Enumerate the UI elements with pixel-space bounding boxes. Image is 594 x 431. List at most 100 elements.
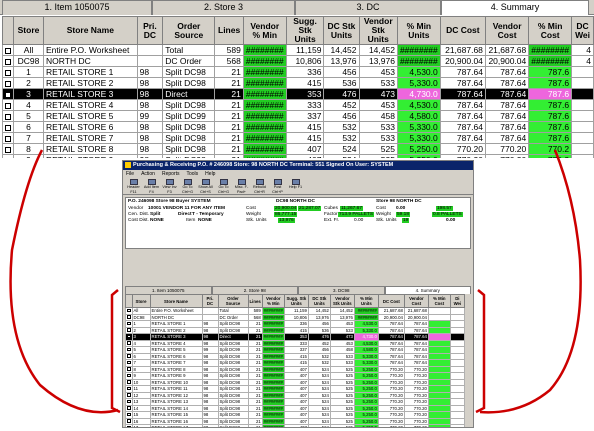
column-header[interactable]: DC Cost bbox=[439, 16, 486, 45]
menu-item-help[interactable]: Help bbox=[205, 170, 215, 178]
row-checkbox[interactable] bbox=[127, 386, 131, 390]
win-tab-item[interactable]: 1. Item 1050075 bbox=[125, 286, 212, 294]
column-header[interactable]: Store bbox=[12, 16, 45, 45]
column-header[interactable]: % Min Units bbox=[353, 294, 379, 308]
table-row[interactable]: 9RETAIL STORE 998Split DC9821########407… bbox=[2, 154, 594, 158]
row-checkbox[interactable] bbox=[127, 347, 131, 351]
row-checkbox[interactable] bbox=[127, 334, 131, 338]
checkbox-cell[interactable] bbox=[2, 88, 14, 100]
toolbar-button[interactable]: Header F11 bbox=[125, 178, 142, 194]
tab-dc[interactable]: 3. DC bbox=[295, 0, 441, 15]
win-tab-summary[interactable]: 4. Summary bbox=[384, 286, 471, 294]
column-header[interactable]: DC Stk Units bbox=[323, 16, 360, 45]
checkbox-cell[interactable] bbox=[2, 77, 14, 89]
column-header[interactable]: Order Source bbox=[162, 16, 216, 45]
column-header[interactable]: Vendor Cost bbox=[403, 294, 429, 308]
row-checkbox[interactable] bbox=[5, 58, 11, 65]
checkbox-cell[interactable] bbox=[2, 143, 14, 155]
row-checkbox[interactable] bbox=[127, 308, 131, 312]
row-checkbox[interactable] bbox=[127, 425, 131, 427]
toolbar-button[interactable]: Go To Ctrl+G bbox=[179, 178, 196, 194]
table-row[interactable]: DC98 NORTH DC DC Order 568 ######## 10,806 13,… bbox=[2, 55, 594, 67]
table-row[interactable]: 7 RETAIL STORE 7 98 Split DC98 21 ######## 415… bbox=[2, 132, 594, 144]
column-header[interactable]: Vendor % Min bbox=[242, 16, 287, 45]
toolbar-button[interactable]: View Inv F3 bbox=[161, 178, 178, 194]
column-header[interactable]: DC Cost bbox=[377, 294, 405, 308]
row-checkbox[interactable] bbox=[127, 406, 131, 410]
row-checkbox[interactable] bbox=[127, 354, 131, 358]
toolbar-button[interactable]: Help F1 bbox=[287, 178, 304, 194]
table-row[interactable]: 6 RETAIL STORE 6 98 Split DC98 21 ######## 415… bbox=[2, 121, 594, 133]
column-header[interactable]: Order Source bbox=[217, 294, 249, 308]
row-checkbox[interactable] bbox=[5, 146, 11, 153]
row-checkbox[interactable] bbox=[127, 321, 131, 325]
table-row[interactable]: 2 RETAIL STORE 2 98 Split DC98 21 ######## 415… bbox=[2, 77, 594, 89]
column-header[interactable]: Vendor Cost bbox=[484, 16, 530, 45]
row-checkbox[interactable] bbox=[127, 399, 131, 403]
column-header[interactable]: Vendor Stk Units bbox=[329, 294, 355, 308]
row-checkbox[interactable] bbox=[5, 91, 11, 98]
tab-item[interactable]: 1. Item 1050075 bbox=[2, 0, 152, 15]
column-header[interactable]: Store Name bbox=[43, 16, 138, 45]
row-checkbox[interactable] bbox=[5, 69, 11, 76]
checkbox-cell[interactable] bbox=[2, 55, 14, 67]
row-checkbox[interactable] bbox=[127, 393, 131, 397]
row-checkbox[interactable] bbox=[5, 135, 11, 142]
checkbox-cell[interactable] bbox=[2, 121, 14, 133]
toolbar-button[interactable]: Show All Ctrl+S bbox=[197, 178, 214, 194]
row-checkbox[interactable] bbox=[127, 341, 131, 345]
row-checkbox[interactable] bbox=[127, 328, 131, 332]
menu-item-tools[interactable]: Tools bbox=[186, 170, 198, 178]
toolbar-button[interactable]: Rebuild Ctrl+R bbox=[251, 178, 268, 194]
row-checkbox[interactable] bbox=[127, 315, 131, 319]
row-checkbox[interactable] bbox=[5, 124, 11, 131]
toolbar-button[interactable]: Misc. F-Pad+ bbox=[233, 178, 250, 194]
row-checkbox[interactable] bbox=[127, 367, 131, 371]
checkbox-cell[interactable] bbox=[2, 154, 14, 158]
checkbox-cell[interactable] bbox=[2, 110, 14, 122]
menu-item-reports[interactable]: Reports bbox=[162, 170, 180, 178]
column-header[interactable]: DC Wei bbox=[571, 16, 594, 45]
checkbox-cell[interactable] bbox=[2, 132, 14, 144]
row-checkbox[interactable] bbox=[5, 47, 11, 54]
table-row[interactable]: All Entire P.O. Worksheet Total 589 ########… bbox=[2, 44, 594, 56]
row-checkbox[interactable] bbox=[127, 412, 131, 416]
table-row[interactable]: All Entire P.O. Worksheet Total 589 ########… bbox=[125, 307, 465, 315]
table-row[interactable]: 3 RETAIL STORE 3 98 Direct 21 ######## 353 476 4… bbox=[2, 88, 594, 100]
column-header[interactable]: % Min Units bbox=[396, 16, 441, 45]
row-checkbox[interactable] bbox=[5, 102, 11, 109]
win-tab-store[interactable]: 2. Store 98 bbox=[211, 286, 298, 294]
tab-summary[interactable]: 4. Summary bbox=[441, 0, 589, 15]
checkbox-cell[interactable] bbox=[2, 99, 14, 111]
table-row[interactable]: 8 RETAIL STORE 8 98 Split DC98 21 ######## 407… bbox=[2, 143, 594, 155]
menu-item-action[interactable]: Action bbox=[141, 170, 155, 178]
column-header[interactable]: Lines bbox=[214, 16, 244, 45]
row-checkbox[interactable] bbox=[5, 80, 11, 87]
column-header[interactable]: Lines bbox=[247, 294, 263, 308]
toolbar-button[interactable]: Add Item F4 bbox=[143, 178, 160, 194]
column-header[interactable]: Di Wei bbox=[449, 294, 465, 308]
row-checkbox[interactable] bbox=[127, 373, 131, 377]
table-row[interactable]: 4 RETAIL STORE 4 98 Split DC98 21 ######## 333… bbox=[2, 99, 594, 111]
checkbox-cell[interactable] bbox=[2, 66, 14, 78]
column-header[interactable]: Store Name bbox=[149, 294, 203, 308]
column-header[interactable]: Sugg. Stk Units bbox=[283, 294, 309, 308]
column-header[interactable]: % Min Cost bbox=[528, 16, 573, 45]
table-row[interactable]: 1 RETAIL STORE 1 98 Split DC98 21 ######## 336… bbox=[2, 66, 594, 78]
table-row[interactable]: 5 RETAIL STORE 5 99 Split DC99 21 ######## 337… bbox=[2, 110, 594, 122]
column-header[interactable]: Store bbox=[131, 294, 151, 308]
row-checkbox[interactable] bbox=[127, 419, 131, 423]
column-header[interactable]: Vendor Stk Units bbox=[358, 16, 398, 45]
menu-item-file[interactable]: File bbox=[126, 170, 134, 178]
column-header[interactable]: Vendor % Min bbox=[261, 294, 285, 308]
column-header[interactable]: DC Stk Units bbox=[307, 294, 331, 308]
row-checkbox[interactable] bbox=[127, 360, 131, 364]
table-row[interactable]: 17 RETAIL STORE 17 98 Split DC98 21 ######## 4… bbox=[125, 424, 465, 427]
row-checkbox[interactable] bbox=[127, 380, 131, 384]
toolbar-button[interactable]: Go To Ctrl+G bbox=[215, 178, 232, 194]
win-tab-dc[interactable]: 3. DC98 bbox=[298, 286, 385, 294]
row-checkbox[interactable] bbox=[5, 113, 11, 120]
column-header[interactable]: % Min Cost bbox=[427, 294, 451, 308]
column-header[interactable]: Pri. DC bbox=[136, 16, 164, 45]
column-header[interactable]: Sugg. Stk Units bbox=[285, 16, 325, 45]
